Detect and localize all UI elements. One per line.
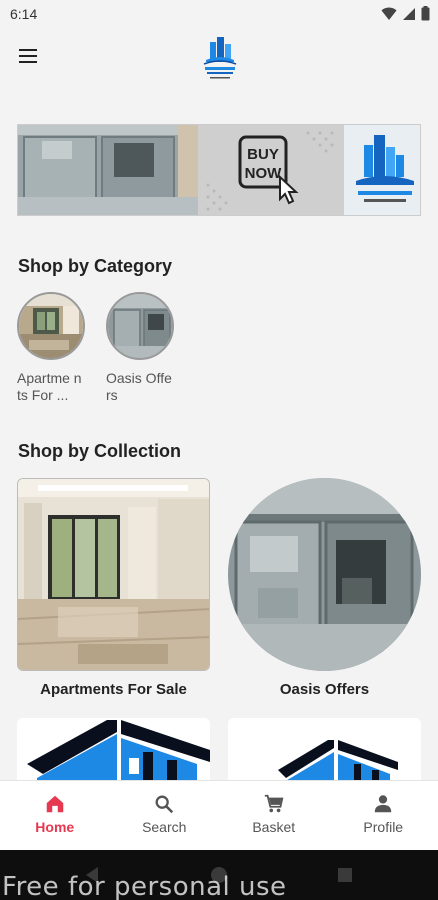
- hamburger-menu-icon[interactable]: [14, 44, 42, 68]
- category-thumb-oasis: [106, 292, 174, 360]
- collection-card-partial-2[interactable]: [228, 718, 421, 780]
- collection-label-apartments: Apartments For Sale: [40, 681, 187, 698]
- home-content[interactable]: BUY NOW Shop by Category Apartme nts For…: [0, 86, 438, 780]
- nav-label-basket: Basket: [252, 819, 296, 835]
- bottom-navigation: Home Search Basket Profile: [0, 780, 438, 850]
- category-thumb-apartments: [17, 292, 85, 360]
- status-icons: [381, 6, 430, 21]
- nav-label-search: Search: [142, 819, 187, 835]
- banner-cta-line1: BUY: [247, 146, 279, 163]
- nav-item-profile[interactable]: Profile: [329, 781, 438, 850]
- nav-label-home: Home: [35, 819, 75, 835]
- banner-cta-line2: NOW: [245, 165, 283, 182]
- nav-item-home[interactable]: Home: [0, 781, 110, 850]
- category-item-apartments[interactable]: Apartme nts For ...: [17, 292, 95, 404]
- category-item-oasis[interactable]: Oasis Offers: [106, 292, 184, 404]
- collection-image-oasis: [228, 478, 421, 671]
- banner-image: BUY NOW: [18, 125, 420, 215]
- logo-building-image: [17, 718, 210, 780]
- category-label-oasis: Oasis Offers: [106, 370, 172, 403]
- category-section-title: Shop by Category: [18, 256, 173, 276]
- search-icon: [155, 795, 174, 814]
- recents-icon[interactable]: [337, 867, 353, 883]
- battery-icon: [421, 6, 430, 21]
- cart-icon: [264, 794, 284, 813]
- collection-section-title: Shop by Collection: [18, 441, 182, 461]
- watermark-text: Free for personal use: [2, 872, 287, 900]
- collection-image-apartments: [17, 478, 210, 671]
- wifi-icon: [381, 7, 397, 20]
- status-time: 6:14: [10, 6, 38, 22]
- logo-building-image-2: [228, 718, 421, 780]
- nav-item-search[interactable]: Search: [110, 781, 220, 850]
- signal-icon: [403, 7, 415, 20]
- collection-card-apartments[interactable]: Apartments For Sale: [17, 478, 210, 698]
- status-bar: 6:14: [0, 0, 438, 30]
- collection-label-oasis: Oasis Offers: [279, 681, 370, 698]
- home-icon: [46, 795, 63, 813]
- category-label-apartments: Apartme nts For ...: [17, 370, 82, 403]
- nav-label-profile: Profile: [363, 819, 404, 835]
- app-header: [0, 30, 438, 86]
- collection-card-partial-1[interactable]: [17, 718, 210, 780]
- person-icon: [375, 795, 392, 813]
- collection-card-oasis[interactable]: Oasis Offers: [228, 478, 421, 698]
- promo-banner[interactable]: BUY NOW: [17, 124, 421, 216]
- nav-item-basket[interactable]: Basket: [219, 781, 329, 850]
- company-logo: [203, 37, 237, 79]
